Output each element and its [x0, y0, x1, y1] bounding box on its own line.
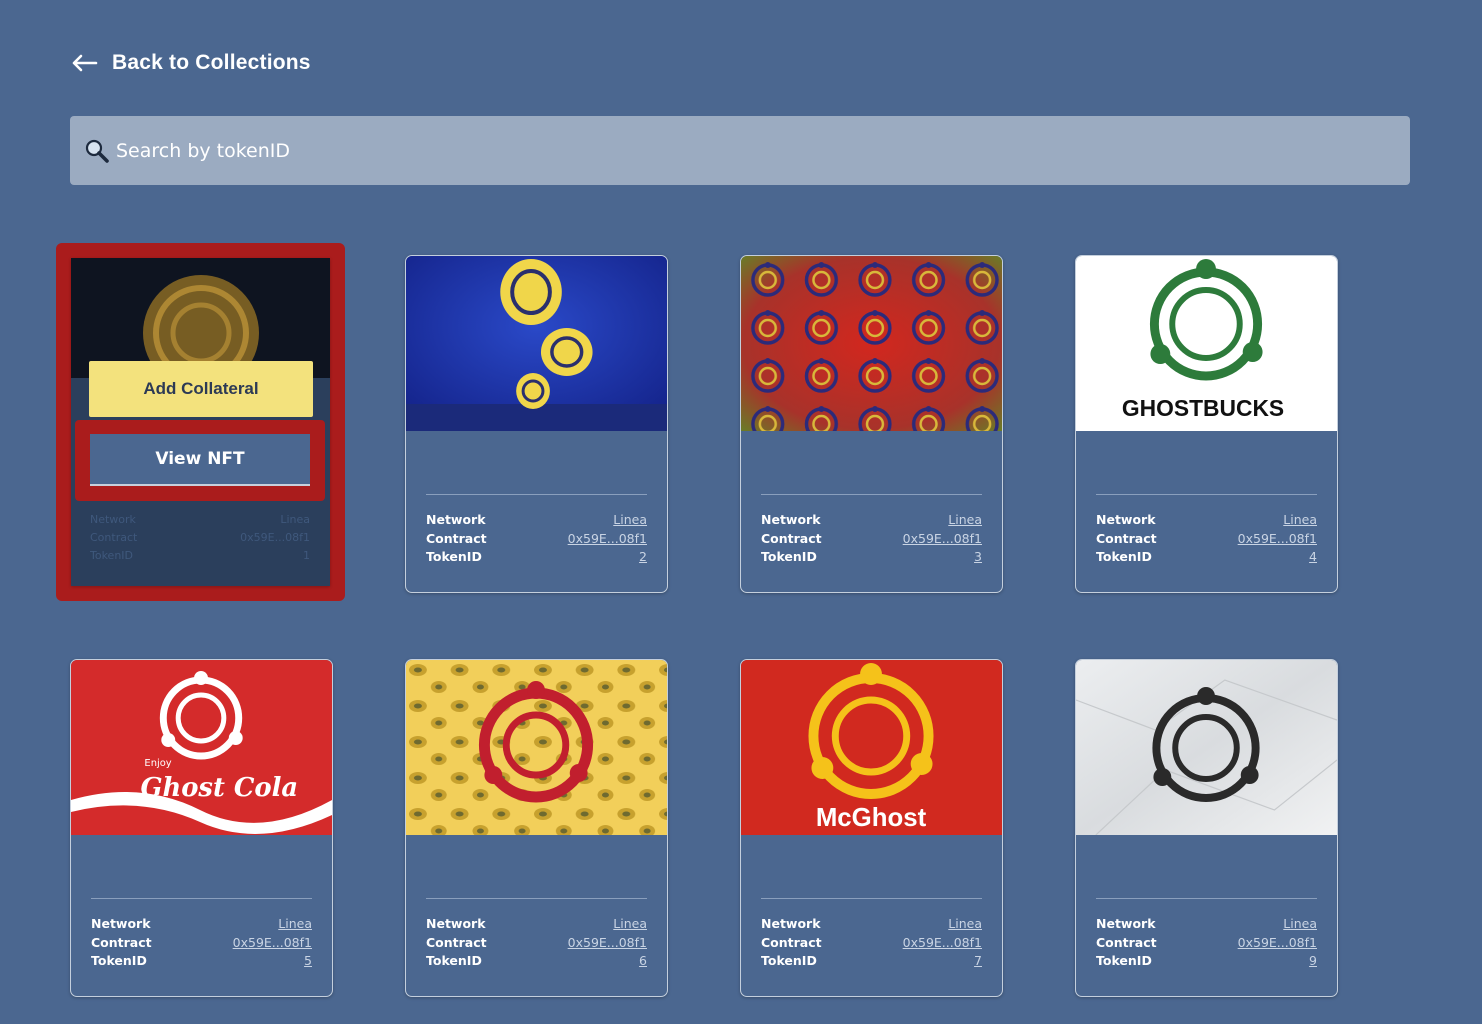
network-label: Network — [761, 916, 821, 931]
back-link-label: Back to Collections — [112, 51, 311, 74]
token-label: TokenID — [761, 549, 817, 564]
mcghost-wordmark: McGhost — [816, 804, 927, 832]
card-meta: Network Linea Contract 0x59E...08f1 TokenI… — [761, 915, 982, 971]
network-value[interactable]: Linea — [1283, 511, 1317, 530]
contract-value[interactable]: 0x59E...08f1 — [1238, 934, 1317, 953]
ghostcola-wordmark: Ghost Cola — [140, 773, 298, 803]
card-meta: Network Linea Contract 0x59E...08f1 TokenI… — [1096, 915, 1317, 971]
token-value[interactable]: 6 — [639, 952, 647, 971]
token-label: TokenID — [1096, 549, 1152, 564]
token-label: TokenID — [426, 953, 482, 968]
view-nft-button[interactable]: View NFT — [90, 434, 310, 486]
nft-card[interactable]: Network Linea Contract 0x59E...08f1 TokenI… — [740, 255, 1003, 593]
network-label: Network — [90, 513, 136, 526]
arrow-left-icon — [70, 53, 98, 73]
nft-card-art: GHOSTBUCKS — [1076, 256, 1337, 431]
contract-label: Contract — [1096, 530, 1157, 546]
card-divider — [426, 494, 647, 495]
contract-value[interactable]: 0x59E...08f1 — [568, 530, 647, 549]
contract-value[interactable]: 0x59E...08f1 — [903, 530, 982, 549]
card-divider — [761, 494, 982, 495]
network-label: Network — [91, 916, 151, 931]
contract-label: Contract — [90, 531, 138, 544]
selected-card-meta: Network Linea Contract 0x59E...08f1 TokenI… — [90, 511, 310, 565]
nft-card-art — [406, 660, 667, 835]
token-value[interactable]: 7 — [974, 952, 982, 971]
search-bar — [70, 116, 1410, 185]
token-value[interactable]: 2 — [639, 548, 647, 567]
contract-value[interactable]: 0x59E...08f1 — [233, 934, 312, 953]
token-value[interactable]: 9 — [1309, 952, 1317, 971]
nft-card[interactable]: Network Linea Contract 0x59E...08f1 TokenI… — [1075, 659, 1338, 997]
magnifier-icon — [84, 137, 112, 165]
network-value[interactable]: Linea — [613, 915, 647, 934]
nft-card[interactable]: Enjoy Ghost Cola Network Linea Contract 0x… — [70, 659, 333, 997]
contract-value: 0x59E...08f1 — [240, 531, 310, 544]
network-value[interactable]: Linea — [948, 915, 982, 934]
contract-label: Contract — [761, 934, 822, 950]
token-label: TokenID — [91, 953, 147, 968]
contract-value[interactable]: 0x59E...08f1 — [1238, 530, 1317, 549]
network-label: Network — [761, 512, 821, 527]
contract-value[interactable]: 0x59E...08f1 — [568, 934, 647, 953]
token-label: TokenID — [761, 953, 817, 968]
network-label: Network — [426, 916, 486, 931]
add-collateral-button[interactable]: Add Collateral — [89, 361, 313, 417]
contract-label: Contract — [1096, 934, 1157, 950]
network-value: Linea — [280, 513, 310, 526]
network-label: Network — [1096, 512, 1156, 527]
token-value[interactable]: 4 — [1309, 548, 1317, 567]
card-divider — [1096, 494, 1317, 495]
nft-card-art — [406, 256, 667, 431]
network-label: Network — [1096, 916, 1156, 931]
network-value[interactable]: Linea — [948, 511, 982, 530]
nft-card-art — [741, 256, 1002, 431]
search-input[interactable] — [116, 139, 1316, 162]
card-meta: Network Linea Contract 0x59E...08f1 TokenI… — [1096, 511, 1317, 567]
card-divider — [1096, 898, 1317, 899]
token-value: 1 — [303, 549, 310, 562]
card-divider — [761, 898, 982, 899]
network-value[interactable]: Linea — [613, 511, 647, 530]
card-meta: Network Linea Contract 0x59E...08f1 TokenI… — [761, 511, 982, 567]
nft-collection-page: Back to Collections Network Linea Contrac… — [0, 0, 1482, 1024]
back-to-collections-link[interactable]: Back to Collections — [70, 46, 311, 80]
card-meta: Network Linea Contract 0x59E...08f1 TokenI… — [426, 511, 647, 567]
nft-card[interactable]: GHOSTBUCKS Network Linea Contract 0x59E...… — [1075, 255, 1338, 593]
nft-card[interactable]: Network Linea Contract 0x59E...08f1 TokenI… — [405, 659, 668, 997]
token-label: TokenID — [1096, 953, 1152, 968]
token-value[interactable]: 5 — [304, 952, 312, 971]
card-meta: Network Linea Contract 0x59E...08f1 TokenI… — [426, 915, 647, 971]
contract-label: Contract — [426, 934, 487, 950]
token-label: TokenID — [426, 549, 482, 564]
nft-card[interactable]: McGhost Network Linea Contract 0x59E...08f… — [740, 659, 1003, 997]
contract-label: Contract — [426, 530, 487, 546]
nft-card[interactable]: Network Linea Contract 0x59E...08f1 TokenI… — [405, 255, 668, 593]
ghostbucks-wordmark: GHOSTBUCKS — [1122, 395, 1284, 421]
token-value[interactable]: 3 — [974, 548, 982, 567]
card-divider — [426, 898, 647, 899]
card-divider — [91, 898, 312, 899]
nft-card-art: McGhost — [741, 660, 1002, 835]
token-label: TokenID — [90, 549, 134, 562]
nft-card-art: Enjoy Ghost Cola — [71, 660, 332, 835]
card-meta: Network Linea Contract 0x59E...08f1 TokenI… — [91, 915, 312, 971]
network-label: Network — [426, 512, 486, 527]
network-value[interactable]: Linea — [278, 915, 312, 934]
network-value[interactable]: Linea — [1283, 915, 1317, 934]
contract-value[interactable]: 0x59E...08f1 — [903, 934, 982, 953]
ghostcola-tagline: Enjoy — [144, 758, 171, 769]
contract-label: Contract — [761, 530, 822, 546]
nft-card-art — [1076, 660, 1337, 835]
contract-label: Contract — [91, 934, 152, 950]
